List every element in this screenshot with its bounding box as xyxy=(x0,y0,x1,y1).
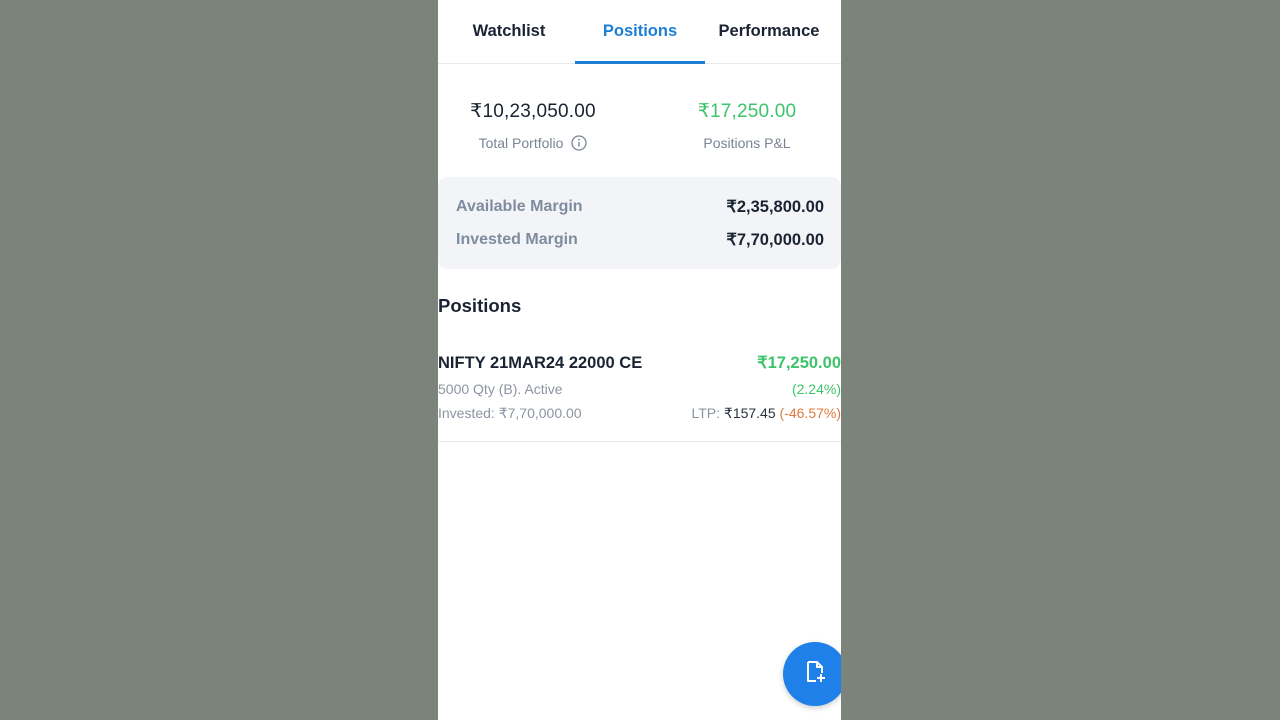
available-margin-value: ₹2,35,800.00 xyxy=(726,198,824,216)
tab-watchlist[interactable]: Watchlist xyxy=(444,0,574,63)
tab-positions[interactable]: Positions xyxy=(575,0,705,64)
total-portfolio-stat: ₹10,23,050.00 Total Portfolio xyxy=(458,100,608,151)
available-margin-row: Available Margin ₹2,35,800.00 xyxy=(456,197,824,217)
positions-pnl-label: Positions P&L xyxy=(703,135,791,151)
total-portfolio-label: Total Portfolio xyxy=(478,135,564,151)
position-qty-status: 5000 Qty (B). Active xyxy=(438,381,563,397)
invested-margin-value: ₹7,70,000.00 xyxy=(726,231,824,249)
ltp-change: (-46.57%) xyxy=(779,405,841,421)
tab-performance[interactable]: Performance xyxy=(704,0,834,63)
position-card[interactable]: NIFTY 21MAR24 22000 CE ₹17,250.00 5000 Q… xyxy=(438,345,841,442)
ltp-label: LTP: xyxy=(691,405,721,421)
positions-heading: Positions xyxy=(438,295,522,316)
position-name: NIFTY 21MAR24 22000 CE xyxy=(438,353,643,372)
positions-pnl-value: ₹17,250.00 xyxy=(697,101,797,122)
position-pnl-percent: (2.24%) xyxy=(791,381,841,397)
invested-margin-label: Invested Margin xyxy=(456,231,578,248)
info-icon[interactable] xyxy=(571,135,588,151)
position-invested: Invested: ₹7,70,000.00 xyxy=(438,405,582,421)
tab-bar: Watchlist Positions Performance xyxy=(438,0,841,64)
app-screen: Watchlist Positions Performance ₹10,23,0… xyxy=(438,0,841,720)
invested-margin-row: Invested Margin ₹7,70,000.00 xyxy=(456,230,824,250)
positions-pnl-stat: ₹17,250.00 Positions P&L xyxy=(678,100,816,151)
ltp-value: ₹157.45 xyxy=(723,405,776,421)
add-document-button[interactable] xyxy=(783,642,841,706)
position-pnl: ₹17,250.00 xyxy=(757,354,841,372)
total-portfolio-value: ₹10,23,050.00 xyxy=(470,101,596,122)
available-margin-label: Available Margin xyxy=(456,198,583,215)
margin-summary: Available Margin ₹2,35,800.00 Invested M… xyxy=(438,177,841,269)
position-ltp: LTP: ₹157.45 (-46.57%) xyxy=(691,405,841,422)
add-document-icon xyxy=(802,659,828,690)
